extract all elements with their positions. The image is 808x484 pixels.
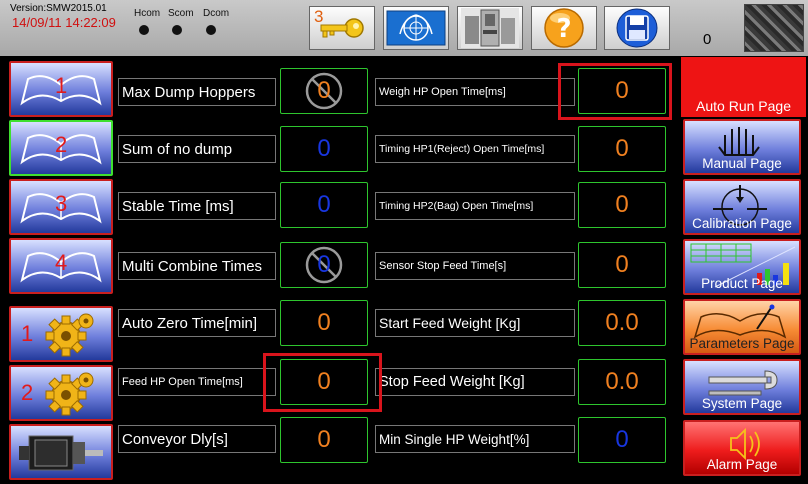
product-page-label: Product Page: [701, 276, 783, 291]
weigh-hp-open-time-label: Weigh HP Open Time[ms]: [375, 78, 575, 106]
settings-2-button[interactable]: 2: [9, 365, 113, 421]
recipe-number: 1: [55, 73, 68, 98]
language-button[interactable]: [383, 6, 449, 50]
max-dump-hoppers-value[interactable]: 0: [280, 68, 368, 114]
timing-hp2-open-time-label: Timing HP2(Bag) Open Time[ms]: [375, 192, 575, 220]
svg-text:?: ?: [556, 14, 571, 44]
hcom-label: Hcom: [134, 8, 161, 19]
multi-combine-times-value[interactable]: 0: [280, 242, 368, 288]
calibration-page-label: Calibration Page: [692, 216, 792, 231]
recipe-number: 3: [55, 191, 68, 216]
sensor-stop-feed-time-value[interactable]: 0: [578, 242, 666, 288]
header-bar: Version:SMW2015.01 14/09/11 14:22:09 Hco…: [0, 0, 808, 56]
multi-combine-times-label: Multi Combine Times: [118, 252, 276, 280]
datetime-label: 14/09/11 14:22:09: [12, 15, 116, 30]
calibration-page-button[interactable]: Calibration Page: [683, 179, 801, 235]
recipe-number: 2: [55, 132, 68, 157]
recipe-book-3-button[interactable]: 3: [9, 179, 113, 235]
recipe-book-2-button[interactable]: 2: [9, 120, 113, 176]
sum-no-dump-value[interactable]: 0: [280, 126, 368, 172]
timing-hp1-open-time-label: Timing HP1(Reject) Open Time[ms]: [375, 135, 575, 163]
product-page-button[interactable]: Product Page: [683, 239, 801, 295]
sensor-stop-feed-time-label: Sensor Stop Feed Time[s]: [375, 252, 575, 280]
max-dump-hoppers-label: Max Dump Hoppers: [118, 78, 276, 106]
min-single-hp-weight-value[interactable]: 0: [578, 417, 666, 463]
start-feed-weight-label: Start Feed Weight [Kg]: [375, 309, 575, 337]
settings-number: 1: [21, 321, 34, 346]
machine-button[interactable]: [457, 6, 523, 50]
dcom-indicator: [206, 25, 216, 35]
recipe-number: 4: [55, 250, 68, 275]
key-icon: [320, 18, 364, 38]
auto-zero-time-label: Auto Zero Time[min]: [118, 309, 276, 337]
version-label: Version:SMW2015.01: [10, 3, 107, 14]
timing-hp1-open-time-value[interactable]: 0: [578, 126, 666, 172]
hcom-indicator: [139, 25, 149, 35]
un-flag-icon: [386, 10, 446, 46]
key-count: 3: [314, 7, 324, 26]
auto-run-page-tab[interactable]: Auto Run Page: [681, 57, 806, 117]
save-button[interactable]: [604, 6, 670, 50]
min-single-hp-weight-label: Min Single HP Weight[%]: [375, 425, 575, 453]
sum-no-dump-label: Sum of no dump: [118, 135, 276, 163]
conveyor-delay-label: Conveyor Dly[s]: [118, 425, 276, 453]
product-photo: [744, 4, 804, 52]
login-button[interactable]: 3: [309, 6, 375, 50]
recipe-book-4-button[interactable]: 4: [9, 238, 113, 294]
auto-zero-time-value[interactable]: 0: [280, 300, 368, 346]
start-feed-weight-value[interactable]: 0.0: [578, 300, 666, 346]
scom-label: Scom: [168, 8, 194, 19]
timing-hp2-open-time-value[interactable]: 0: [578, 182, 666, 228]
settings-number: 2: [21, 380, 34, 405]
motor-button[interactable]: [9, 424, 113, 480]
parameters-page-label: Parameters Page: [689, 336, 795, 351]
alarm-page-label: Alarm Page: [706, 457, 778, 472]
help-icon: ?: [544, 8, 584, 48]
recipe-book-1-button[interactable]: 1: [9, 61, 113, 117]
stable-time-label: Stable Time [ms]: [118, 192, 276, 220]
system-page-label: System Page: [701, 396, 783, 411]
machine-icon: [461, 8, 519, 48]
dcom-label: Dcom: [203, 8, 230, 19]
stable-time-value[interactable]: 0: [280, 182, 368, 228]
parameters-page-button[interactable]: Parameters Page: [683, 299, 801, 355]
settings-1-button[interactable]: 1: [9, 306, 113, 362]
save-icon: [616, 8, 658, 48]
highlight-box: [558, 63, 672, 120]
highlight-box: [263, 353, 382, 412]
stop-feed-weight-value[interactable]: 0.0: [578, 359, 666, 405]
conveyor-delay-value[interactable]: 0: [280, 417, 368, 463]
help-button[interactable]: ?: [531, 6, 597, 50]
system-page-button[interactable]: System Page: [683, 359, 801, 415]
counter-value: 0: [703, 31, 712, 48]
scom-indicator: [172, 25, 182, 35]
stop-feed-weight-label: Stop Feed Weight [Kg]: [375, 368, 575, 396]
feed-hp-open-time-label: Feed HP Open Time[ms]: [118, 368, 276, 396]
alarm-page-button[interactable]: Alarm Page: [683, 420, 801, 476]
manual-page-label: Manual Page: [702, 156, 782, 171]
manual-page-button[interactable]: Manual Page: [683, 119, 801, 175]
motor-icon: [19, 435, 103, 471]
